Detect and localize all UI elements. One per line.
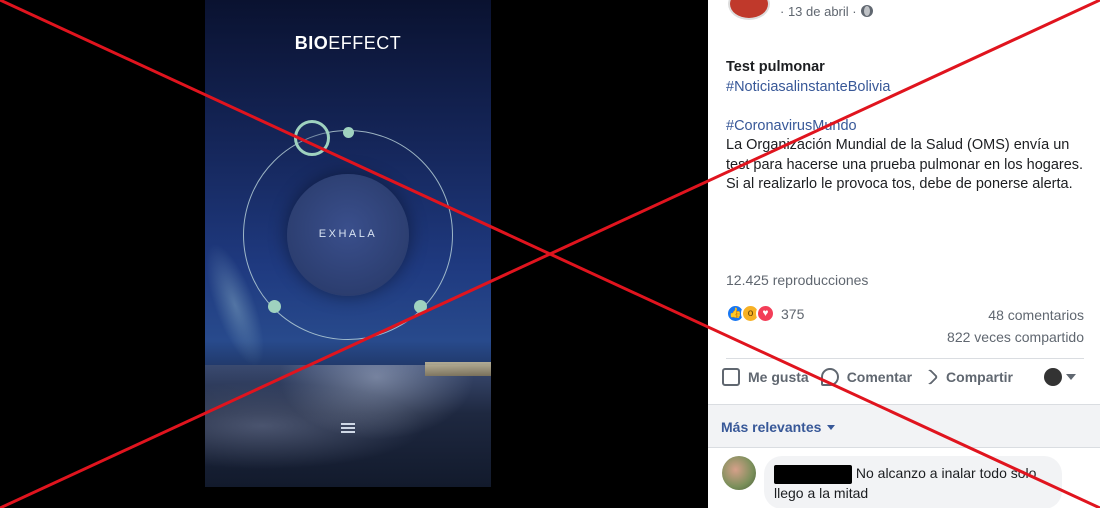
chevron-down-icon — [1066, 374, 1076, 380]
account-selector[interactable] — [1044, 368, 1076, 386]
share-button[interactable]: Compartir — [921, 368, 1013, 386]
facebook-post-panel: · 13 de abril · Test pulmonar #Noticiasa… — [708, 0, 1100, 508]
comments-count[interactable]: 48 comentarios — [988, 307, 1084, 323]
post-title: Test pulmonar — [726, 59, 825, 75]
comment-bubble: Nombre Oculto No alcanzo a inalar todo s… — [764, 456, 1062, 508]
avatar — [1044, 368, 1062, 386]
comments-filter-bar: Más relevantes — [708, 404, 1100, 448]
orbit-dot — [343, 127, 354, 138]
menu-icon[interactable] — [341, 423, 355, 435]
brand-logo: BIOEFFECT — [294, 33, 402, 53]
like-button[interactable]: Me gusta — [722, 368, 809, 386]
globe-icon — [860, 5, 873, 17]
reaction-count: 375 — [781, 305, 805, 322]
post-text: Test pulmonar #NoticiasalinstanteBolivia… — [726, 58, 1096, 195]
comment-icon — [820, 368, 839, 386]
hashtag-link[interactable]: #NoticiasalinstanteBolivia — [726, 78, 1096, 98]
orbit-dot — [268, 300, 281, 313]
shares-count[interactable]: 822 veces compartido — [947, 329, 1084, 345]
caret-down-icon — [827, 425, 836, 430]
post-paragraph: La Organización Mundial de la Salud (OMS… — [726, 137, 1084, 173]
comments-filter-dropdown[interactable]: Más relevantes — [721, 419, 836, 435]
view-count: 12.425 reproducciones — [726, 272, 869, 288]
commenter-avatar[interactable] — [722, 456, 756, 490]
post-date[interactable]: · 13 de abril · — [780, 4, 873, 19]
breath-instruction: EXHALA — [318, 228, 378, 240]
orbit-dot — [414, 300, 427, 313]
divider — [726, 358, 1084, 359]
thumbs-up-icon — [722, 368, 740, 386]
lit-building — [425, 362, 491, 376]
commenter-name-redacted[interactable]: Nombre Oculto — [774, 465, 852, 484]
post-header — [728, 0, 770, 20]
page-avatar[interactable] — [728, 0, 770, 20]
post-paragraph: Si al realizarlo le provoca tos, debe de… — [726, 176, 1073, 192]
hashtag-link[interactable]: #CoronavirusMundo — [726, 117, 1096, 137]
orbit-marker-ring — [294, 120, 330, 156]
video-player[interactable]: BIOEFFECT EXHALA — [205, 0, 491, 487]
reactions-summary[interactable]: 👍 o ♥ 375 — [726, 304, 804, 323]
love-reaction-icon: ♥ — [756, 304, 775, 323]
comment-button[interactable]: Comentar — [820, 368, 912, 386]
share-icon — [921, 368, 939, 386]
post-actions: Me gusta Comentar Compartir — [722, 368, 1084, 386]
